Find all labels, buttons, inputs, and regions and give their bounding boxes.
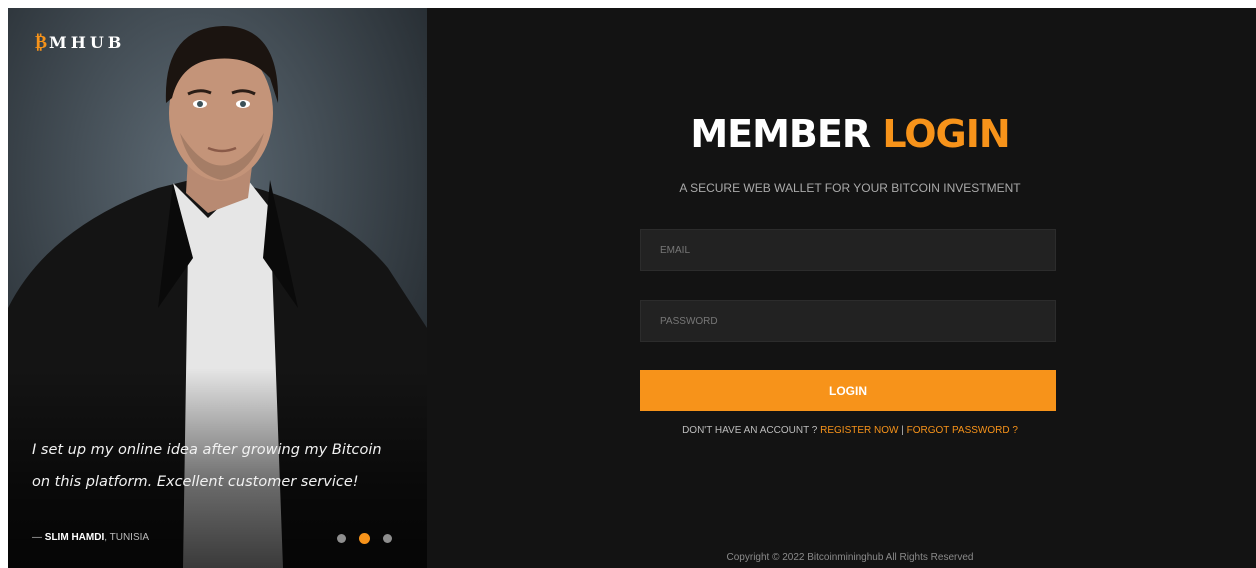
- brand-logo[interactable]: ₿ MHUB: [35, 32, 125, 53]
- login-page: ₿ MHUB I set up my online idea after gro…: [8, 8, 1256, 568]
- page-subtitle: A SECURE WEB WALLET FOR YOUR BITCOIN INV…: [679, 181, 1021, 195]
- testimonial-panel: ₿ MHUB I set up my online idea after gro…: [8, 8, 427, 568]
- author-location: , TUNISIA: [104, 532, 150, 543]
- testimonial-quote: I set up my online idea after growing my…: [32, 442, 382, 490]
- title-accent: LOGIN: [882, 112, 1010, 156]
- no-account-text: DON'T HAVE AN ACCOUNT ?: [682, 425, 821, 436]
- title-main: MEMBER: [690, 112, 871, 156]
- bitcoin-icon: ₿: [35, 32, 48, 53]
- forgot-password-link[interactable]: FORGOT PASSWORD ?: [907, 425, 1018, 436]
- login-button[interactable]: LOGIN: [640, 370, 1056, 411]
- slider-dot-2-active[interactable]: [359, 533, 370, 544]
- login-panel: MEMBER LOGIN A SECURE WEB WALLET FOR YOU…: [427, 8, 1256, 568]
- slider-dots: [337, 533, 392, 544]
- email-field[interactable]: [640, 229, 1056, 271]
- slider-dot-1[interactable]: [337, 534, 346, 543]
- password-field[interactable]: [640, 300, 1056, 342]
- testimonial-author: — SLIM HAMDI, TUNISIA: [32, 532, 149, 543]
- author-name: SLIM HAMDI: [44, 532, 105, 543]
- copyright-text: Copyright © 2022 Bitcoinmininghub All Ri…: [726, 552, 974, 563]
- brand-logo-text: MHUB: [49, 33, 126, 52]
- link-separator: |: [898, 425, 907, 436]
- slider-dot-3[interactable]: [383, 534, 392, 543]
- register-now-link[interactable]: REGISTER NOW: [820, 425, 898, 436]
- author-dash: —: [32, 532, 45, 543]
- page-title: MEMBER LOGIN: [427, 112, 1256, 156]
- account-links: DON'T HAVE AN ACCOUNT ? REGISTER NOW | F…: [427, 425, 1256, 436]
